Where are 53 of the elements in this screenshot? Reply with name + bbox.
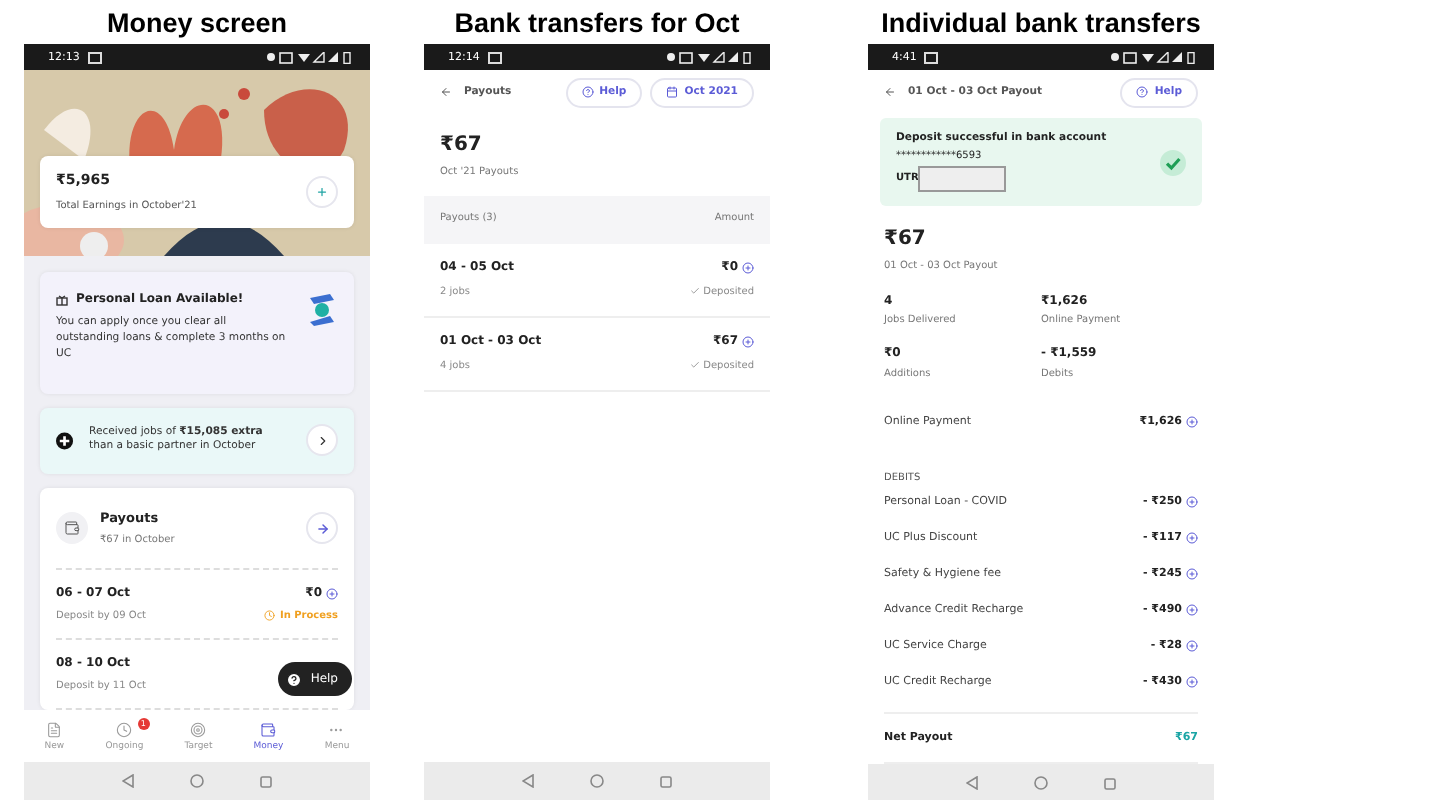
clock-icon [264, 610, 276, 622]
screen-heading: Money screen [106, 6, 288, 42]
gift-icon [56, 293, 68, 306]
check-icon [689, 360, 700, 371]
arrow-button[interactable] [306, 512, 338, 544]
expand-icon[interactable] [1186, 532, 1198, 545]
help-icon [286, 671, 303, 687]
expand-icon[interactable] [1186, 416, 1198, 429]
expand-icon[interactable] [742, 261, 754, 274]
notification-icons [924, 51, 939, 63]
square-icon[interactable] [660, 775, 672, 787]
total-amount: ₹67 [440, 132, 484, 158]
home-circle-icon[interactable] [590, 774, 604, 788]
expand-icon[interactable] [1186, 568, 1198, 581]
chevron-right-icon [315, 433, 329, 448]
total-amount: ₹67 [884, 226, 928, 252]
plus-badge-icon [56, 431, 74, 450]
expand-icon[interactable] [326, 587, 338, 600]
expand-icon[interactable] [742, 335, 754, 348]
expand-icon[interactable] [1186, 604, 1198, 617]
square-icon[interactable] [260, 775, 272, 787]
back-triangle-icon[interactable] [522, 774, 534, 788]
screen-heading: Bank transfers for Oct [454, 6, 740, 42]
notification-icons [87, 51, 102, 63]
check-icon [689, 286, 700, 297]
notification-icons [487, 51, 502, 63]
clock-icon [116, 721, 133, 737]
document-icon [46, 721, 63, 737]
target-icon [190, 721, 207, 737]
check-circle-icon [1160, 149, 1186, 175]
expand-icon[interactable] [1186, 640, 1198, 653]
status-icons [266, 51, 354, 63]
arrow-right-icon [315, 521, 329, 535]
wallet-icon [260, 721, 277, 737]
expand-icon[interactable] [1186, 496, 1198, 509]
status-icons [1110, 51, 1198, 63]
help-icon [1136, 86, 1149, 98]
redacted-box [918, 166, 1007, 193]
add-button[interactable] [306, 176, 338, 208]
back-arrow-icon [440, 86, 452, 98]
hands-coin-icon [306, 292, 338, 328]
screen-heading: Individual bank transfers [881, 6, 1201, 42]
back-arrow-icon [884, 86, 896, 98]
calendar-icon [666, 86, 679, 98]
home-circle-icon[interactable] [190, 774, 204, 788]
help-icon [581, 86, 594, 98]
expand-icon[interactable] [1186, 676, 1198, 689]
status-icons [666, 51, 754, 63]
home-circle-icon[interactable] [1034, 776, 1048, 791]
plus-icon [316, 186, 328, 198]
back-triangle-icon[interactable] [122, 774, 134, 788]
back-triangle-icon[interactable] [966, 776, 978, 791]
square-icon[interactable] [1104, 777, 1116, 790]
